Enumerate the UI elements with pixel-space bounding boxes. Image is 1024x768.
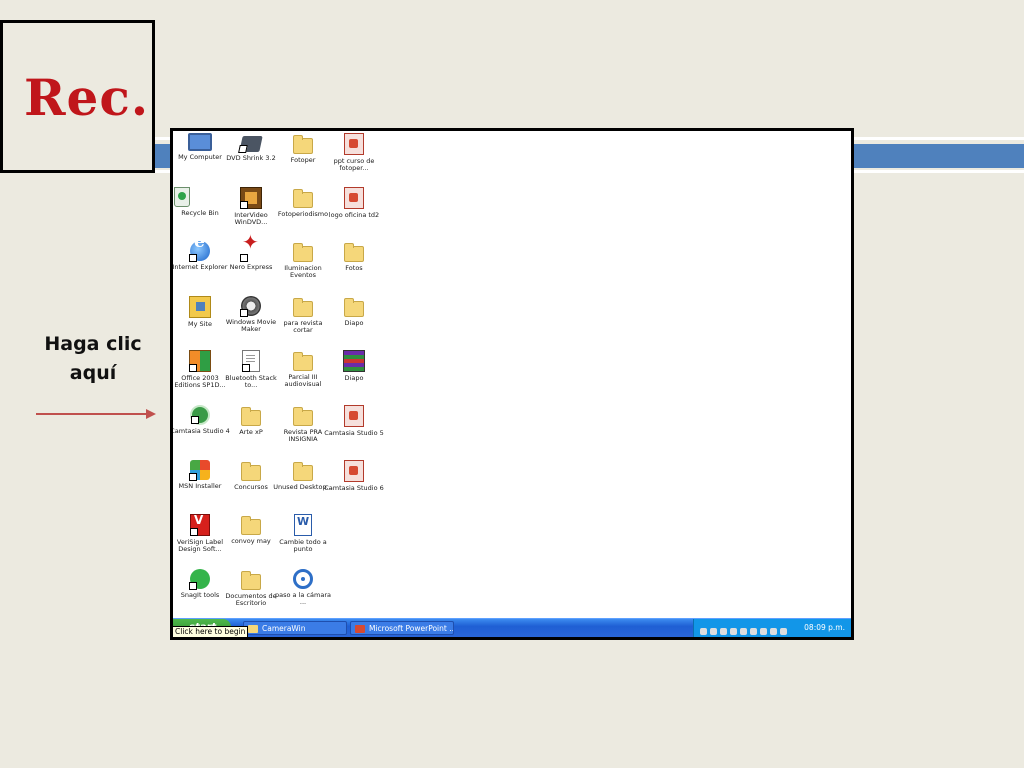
taskbar: start Click here to begin CameraWin Micr… — [173, 618, 851, 637]
desktop-icon-fotos[interactable]: Fotos — [324, 241, 384, 272]
movie-maker-icon — [240, 296, 261, 317]
tray-icon[interactable] — [780, 628, 787, 635]
tray-icon[interactable] — [760, 628, 767, 635]
folder-icon — [293, 189, 313, 208]
desktop-icon-logo-oficina[interactable]: logo oficina td2 — [324, 187, 384, 219]
monitor-icon — [188, 133, 212, 151]
taskbar-item-powerpoint[interactable]: Microsoft PowerPoint ... — [350, 621, 454, 635]
desktop-icon-camtasia-6[interactable]: Camtasia Studio 6 — [324, 460, 384, 492]
powerpoint-icon — [344, 460, 364, 482]
tray-icon[interactable] — [740, 628, 747, 635]
internet-explorer-icon — [189, 239, 210, 262]
desktop-icon-diapo-folder[interactable]: Diapo — [324, 296, 384, 327]
desktop-icon-camtasia-5[interactable]: Camtasia Studio 5 — [324, 405, 384, 437]
tray-icon[interactable] — [720, 628, 727, 635]
snagit-icon — [189, 569, 210, 590]
desktop-icon-ppt-curso[interactable]: ppt curso de fotoper... — [324, 133, 384, 172]
tray-icon[interactable] — [710, 628, 717, 635]
msn-icon — [189, 460, 210, 481]
folder-icon — [293, 407, 313, 426]
tray-icon[interactable] — [770, 628, 777, 635]
office-icon — [189, 350, 211, 372]
folder-icon — [293, 135, 313, 154]
powerpoint-icon — [344, 405, 364, 427]
recycle-bin-icon — [174, 187, 190, 207]
folder-icon — [241, 571, 261, 590]
winrar-icon — [343, 350, 365, 372]
folder-icon — [293, 298, 313, 317]
desktop-icon-paso-camara[interactable]: paso a la cámara ... — [273, 569, 333, 606]
powerpoint-icon — [344, 187, 364, 209]
folder-icon — [344, 243, 364, 262]
desktop-screenshot: My Computer Recycle Bin Internet Explore… — [170, 128, 854, 640]
desktop-icon-arte-xp[interactable]: Arte xP — [221, 405, 281, 436]
arrow-right-icon — [36, 409, 156, 419]
clock[interactable]: 08:09 p.m. — [804, 623, 845, 632]
slide-hint: Haga clic aquí — [30, 330, 156, 388]
tray-icons[interactable] — [700, 624, 790, 637]
hint-line-2: aquí — [69, 362, 117, 384]
folder-icon — [293, 352, 313, 371]
start-tooltip: Click here to begin — [173, 626, 249, 637]
my-site-icon — [189, 296, 211, 318]
hint-line-1: Haga clic — [44, 333, 142, 355]
folder-icon — [241, 407, 261, 426]
dvd-shrink-icon — [239, 136, 263, 152]
desktop-icon-bluetooth[interactable]: Bluetooth Stack to... — [221, 350, 281, 389]
tray-icon[interactable] — [750, 628, 757, 635]
desktop-icon-dvd-shrink[interactable]: DVD Shrink 3.2 — [221, 133, 281, 162]
folder-icon — [241, 516, 261, 535]
tray-icon[interactable] — [730, 628, 737, 635]
folder-icon — [344, 298, 364, 317]
desktop-icon-cambie-todo[interactable]: Cambie todo a punto — [273, 514, 333, 553]
desktop-icon-movie-maker[interactable]: Windows Movie Maker — [221, 296, 281, 333]
desktop-icon-convoy-may[interactable]: convoy may — [221, 514, 281, 545]
document-icon — [242, 350, 260, 372]
folder-icon — [241, 462, 261, 481]
slide-title: Rec. — [24, 68, 150, 127]
intervideo-icon — [240, 187, 262, 209]
word-document-icon — [294, 514, 312, 536]
desktop-icon-concursos[interactable]: Concursos — [221, 460, 281, 491]
system-tray: 08:09 p.m. — [693, 619, 851, 637]
folder-icon — [293, 243, 313, 262]
folder-icon — [293, 462, 313, 481]
camera-icon — [293, 569, 313, 589]
powerpoint-icon — [355, 625, 365, 633]
desktop-icon-documentos[interactable]: Documentos de Escritorio — [221, 569, 281, 607]
desktop-icon-diapo-rar[interactable]: Diapo — [324, 350, 384, 382]
camtasia-icon — [190, 405, 210, 425]
desktop-icon-intervideo[interactable]: InterVideo WinDVD... — [221, 187, 281, 226]
tray-icon[interactable] — [700, 628, 707, 635]
nero-icon — [240, 239, 261, 262]
powerpoint-icon — [344, 133, 364, 155]
label-design-icon — [190, 514, 210, 536]
taskbar-item-camerawin[interactable]: CameraWin — [243, 621, 347, 635]
folder-icon — [248, 625, 258, 633]
desktop-icon-nero-express[interactable]: Nero Express — [221, 239, 281, 271]
